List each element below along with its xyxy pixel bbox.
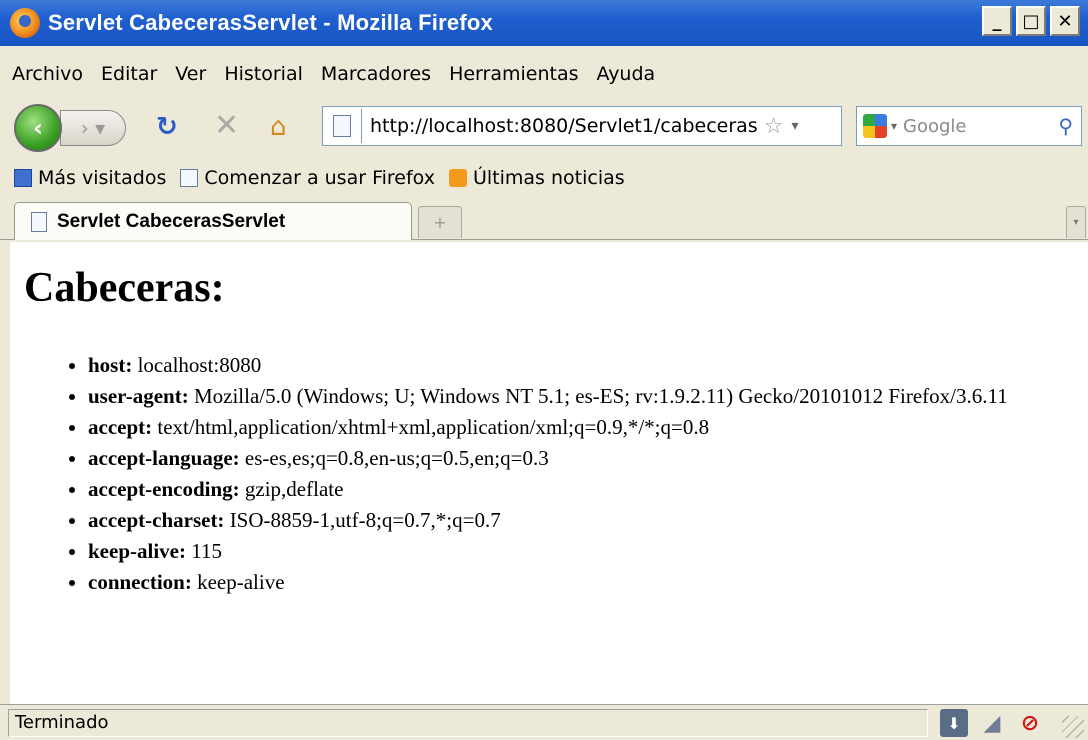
header-name: accept: bbox=[88, 415, 153, 439]
menu-archivo[interactable]: Archivo bbox=[12, 63, 83, 85]
bookmark-ultimas-noticias[interactable]: Últimas noticias bbox=[448, 167, 625, 189]
bookmark-comenzar[interactable]: Comenzar a usar Firefox bbox=[180, 167, 435, 189]
header-name: accept-charset: bbox=[88, 508, 225, 532]
chevron-down-icon: ▾ bbox=[1073, 217, 1079, 228]
header-value: Mozilla/5.0 (Windows; U; Windows NT 5.1;… bbox=[188, 384, 1008, 408]
window-controls: _ □ ✕ bbox=[982, 6, 1080, 36]
google-icon[interactable] bbox=[863, 114, 887, 138]
reload-icon[interactable]: ↻ bbox=[156, 112, 178, 142]
back-button[interactable]: ‹ bbox=[14, 104, 62, 152]
network-icon[interactable]: ◢ bbox=[978, 709, 1006, 737]
tab-list-button[interactable]: ▾ bbox=[1066, 206, 1086, 238]
block-icon[interactable]: ⊘ bbox=[1016, 709, 1044, 737]
search-bar[interactable]: ▾ Google ⚲ bbox=[856, 106, 1082, 146]
list-item: user-agent: Mozilla/5.0 (Windows; U; Win… bbox=[88, 381, 1078, 412]
menu-editar[interactable]: Editar bbox=[101, 63, 157, 85]
page-content: Cabeceras: host: localhost:8080 user-age… bbox=[10, 242, 1088, 704]
page-icon bbox=[31, 211, 47, 232]
menu-ayuda[interactable]: Ayuda bbox=[596, 63, 655, 85]
firefox-icon bbox=[10, 8, 40, 38]
page-icon bbox=[180, 169, 199, 187]
list-item: accept-language: es-es,es;q=0.8,en-us;q=… bbox=[88, 443, 1078, 474]
new-tab-button[interactable]: + bbox=[418, 206, 462, 238]
page-icon bbox=[333, 115, 351, 137]
plus-icon: + bbox=[433, 213, 447, 232]
download-icon[interactable]: ⬇ bbox=[940, 709, 968, 737]
list-item: connection: keep-alive bbox=[88, 567, 1078, 598]
rss-icon bbox=[448, 169, 467, 187]
menu-bar: Archivo Editar Ver Historial Marcadores … bbox=[0, 54, 1088, 94]
list-item: keep-alive: 115 bbox=[88, 536, 1078, 567]
bookmark-label: Más visitados bbox=[38, 167, 167, 189]
header-name: host: bbox=[88, 353, 133, 377]
page-heading: Cabeceras: bbox=[24, 265, 225, 311]
bookmark-mas-visitados[interactable]: Más visitados bbox=[14, 167, 166, 189]
header-name: user-agent: bbox=[88, 384, 189, 408]
forward-arrow-icon: › ▾ bbox=[80, 116, 106, 140]
bookmark-label: Comenzar a usar Firefox bbox=[204, 167, 435, 189]
window-frame bbox=[0, 242, 10, 704]
tab-servlet-cabeceras[interactable]: Servlet CabecerasServlet bbox=[14, 202, 412, 240]
search-icon[interactable]: ⚲ bbox=[1058, 114, 1073, 138]
list-item: accept: text/html,application/xhtml+xml,… bbox=[88, 412, 1078, 443]
status-text: Terminado bbox=[8, 709, 928, 737]
menu-marcadores[interactable]: Marcadores bbox=[321, 63, 431, 85]
navigation-toolbar: › ▾ ‹ ↻ ✕ ⌂ http://localhost:8080/Servle… bbox=[0, 98, 1088, 154]
bookmark-label: Últimas noticias bbox=[472, 167, 625, 189]
bookmarks-toolbar: Más visitados Comenzar a usar Firefox Úl… bbox=[0, 160, 1088, 196]
header-name: connection: bbox=[88, 570, 192, 594]
home-icon[interactable]: ⌂ bbox=[270, 112, 287, 142]
header-value: localhost:8080 bbox=[132, 353, 262, 377]
header-value: gzip,deflate bbox=[239, 477, 344, 501]
header-name: accept-language: bbox=[88, 446, 240, 470]
menu-ver[interactable]: Ver bbox=[175, 63, 206, 85]
url-bar[interactable]: http://localhost:8080/Servlet1/cabeceras… bbox=[322, 106, 842, 146]
tab-strip: Servlet CabecerasServlet + ▾ bbox=[0, 200, 1088, 240]
tab-label: Servlet CabecerasServlet bbox=[57, 210, 286, 232]
title-bar[interactable]: Servlet CabecerasServlet - Mozilla Firef… bbox=[0, 0, 1088, 46]
header-name: keep-alive: bbox=[88, 539, 186, 563]
headers-list: host: localhost:8080 user-agent: Mozilla… bbox=[66, 350, 1078, 598]
stop-icon[interactable]: ✕ bbox=[214, 108, 239, 143]
close-button[interactable]: ✕ bbox=[1050, 6, 1080, 36]
back-arrow-icon: ‹ bbox=[33, 114, 43, 142]
header-value: 115 bbox=[185, 539, 222, 563]
bookmark-star-icon[interactable]: ☆ bbox=[764, 114, 784, 139]
status-bar: Terminado ⬇ ◢ ⊘ bbox=[0, 704, 1088, 740]
forward-button[interactable]: › ▾ bbox=[60, 110, 126, 146]
header-value: ISO-8859-1,utf-8;q=0.7,*;q=0.7 bbox=[224, 508, 501, 532]
header-value: text/html,application/xhtml+xml,applicat… bbox=[152, 415, 710, 439]
browser-window: Servlet CabecerasServlet - Mozilla Firef… bbox=[0, 0, 1088, 740]
header-name: accept-encoding: bbox=[88, 477, 240, 501]
search-engine-dropdown-icon[interactable]: ▾ bbox=[891, 119, 897, 133]
url-dropdown-icon[interactable]: ▾ bbox=[791, 118, 798, 134]
header-value: es-es,es;q=0.8,en-us;q=0.5,en;q=0.3 bbox=[239, 446, 549, 470]
menu-herramientas[interactable]: Herramientas bbox=[449, 63, 578, 85]
header-value: keep-alive bbox=[191, 570, 285, 594]
list-item: accept-charset: ISO-8859-1,utf-8;q=0.7,*… bbox=[88, 505, 1078, 536]
url-input[interactable]: http://localhost:8080/Servlet1/cabeceras bbox=[370, 115, 758, 137]
list-item: accept-encoding: gzip,deflate bbox=[88, 474, 1078, 505]
maximize-button[interactable]: □ bbox=[1016, 6, 1046, 36]
search-input[interactable]: Google bbox=[903, 116, 966, 137]
window-title: Servlet CabecerasServlet - Mozilla Firef… bbox=[48, 10, 493, 35]
folder-icon bbox=[14, 169, 32, 187]
minimize-button[interactable]: _ bbox=[982, 6, 1012, 36]
url-separator bbox=[361, 109, 362, 143]
list-item: host: localhost:8080 bbox=[88, 350, 1078, 381]
resize-grip-icon[interactable] bbox=[1062, 716, 1084, 738]
menu-historial[interactable]: Historial bbox=[224, 63, 303, 85]
